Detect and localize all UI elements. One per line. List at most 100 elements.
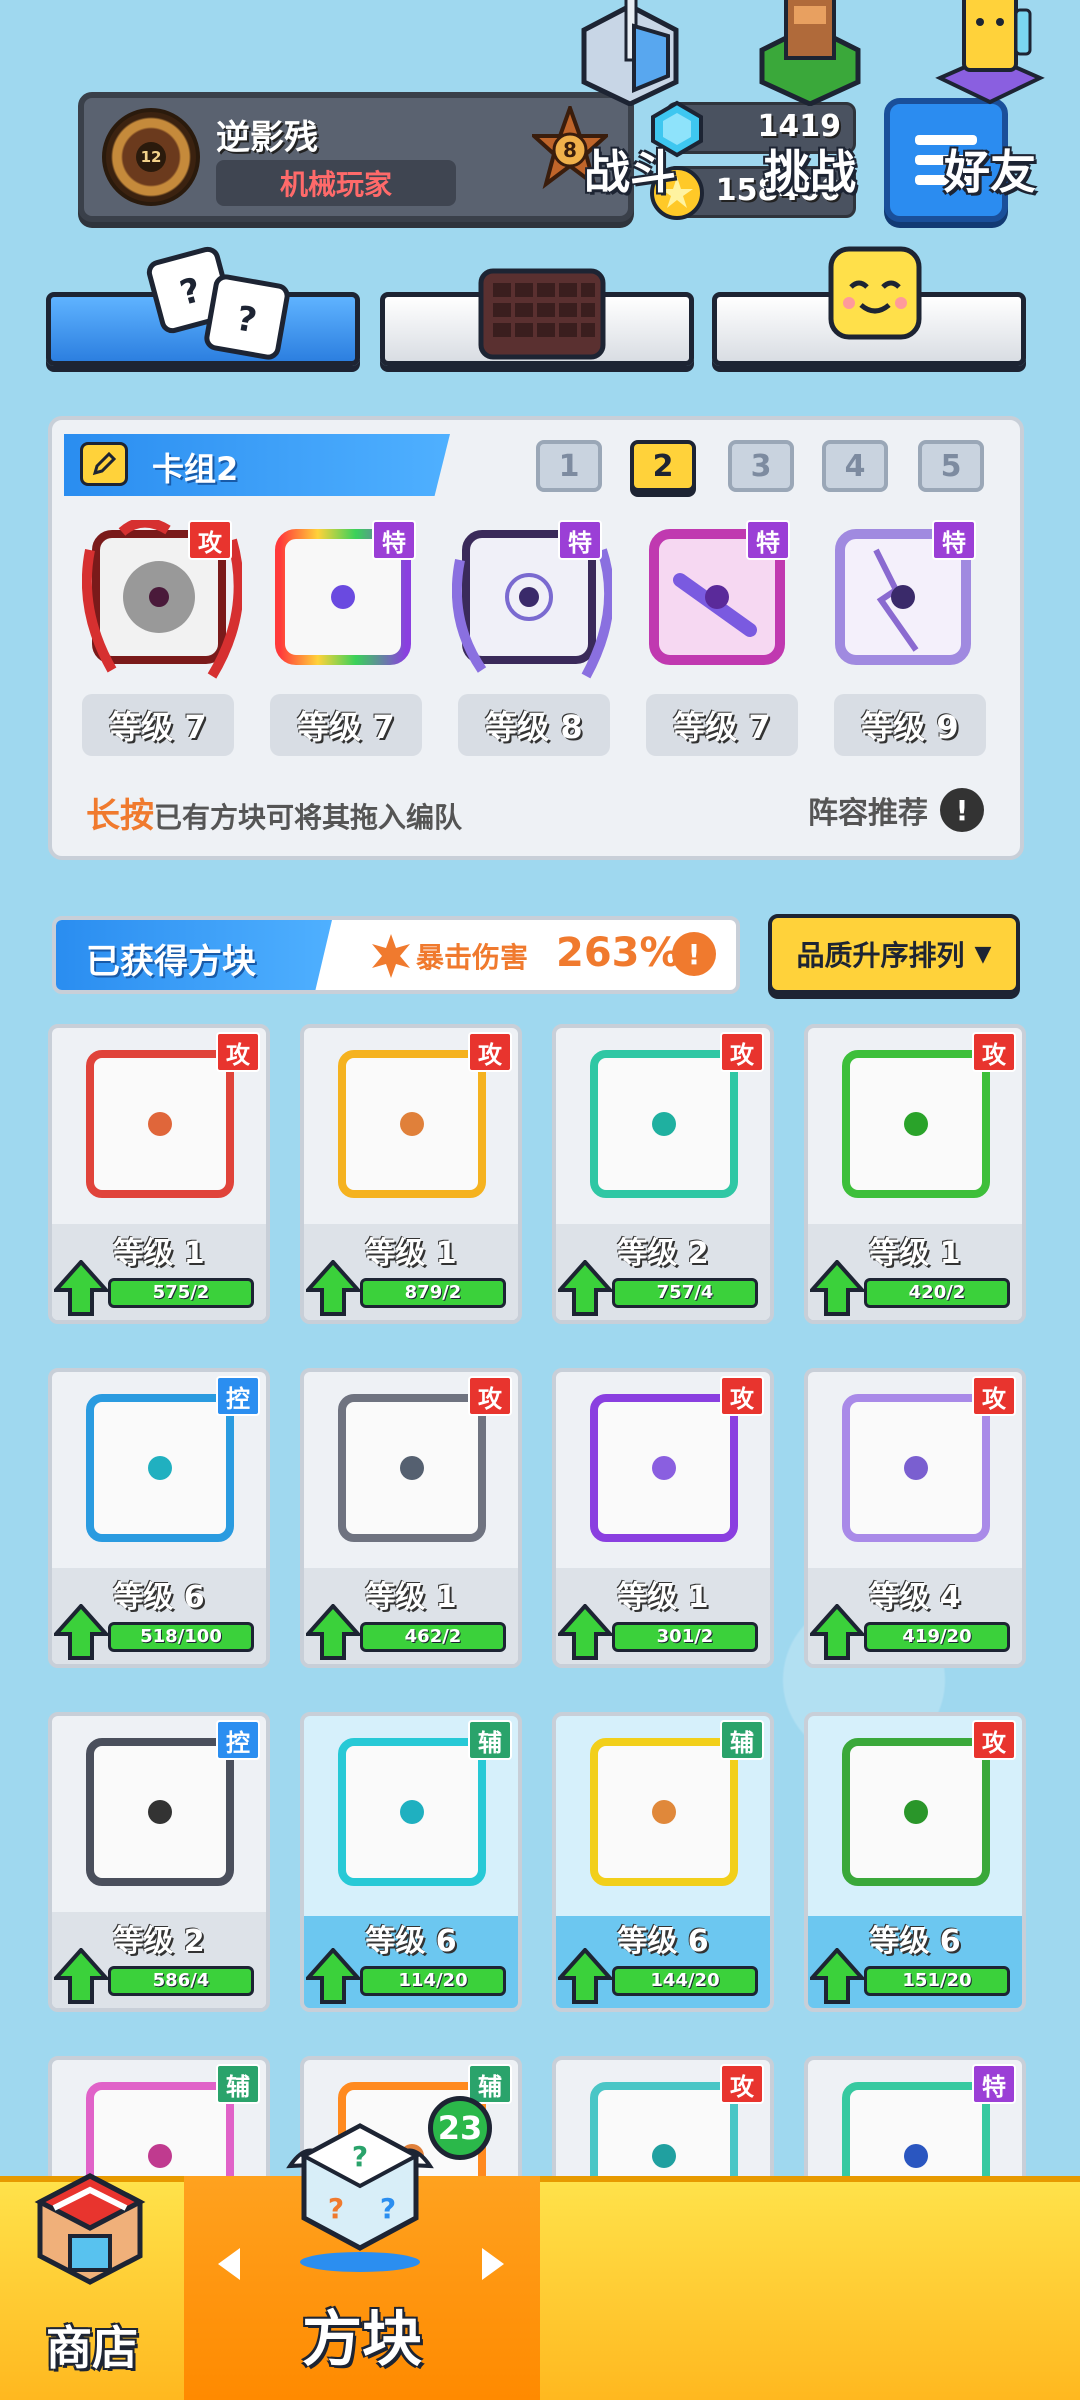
player-title: 机械玩家: [279, 168, 392, 201]
nav-blocks[interactable]: ? ? ? 方块: [184, 2123, 540, 2400]
upgrade-progress-bar: 586/4: [108, 1966, 254, 1996]
nav-friends[interactable]: 好友: [900, 0, 1080, 224]
deck-card-2[interactable]: 特: [266, 520, 416, 670]
nav-friends-label: 好友: [944, 145, 1036, 199]
upgrade-arrow-icon[interactable]: [558, 1604, 612, 1660]
deck-name: 卡组2: [152, 450, 239, 488]
type-badge: 攻: [972, 1720, 1016, 1760]
block-pip-icon: [400, 1456, 424, 1480]
block-card[interactable]: 攻等级 2 757/4: [552, 1024, 774, 1324]
upgrade-arrow-icon[interactable]: [306, 1948, 360, 2004]
block-card[interactable]: 攻等级 1 420/2: [804, 1024, 1026, 1324]
deck-tab-3[interactable]: 3: [728, 440, 794, 492]
drag-hint: 长按已有方块可将其拖入编队: [86, 788, 462, 837]
lineup-recommend-label: 阵容推荐: [808, 796, 928, 831]
lineup-recommend-button[interactable]: 阵容推荐 !: [808, 788, 984, 832]
upgrade-arrow-icon[interactable]: [306, 1260, 360, 1316]
block-card[interactable]: 控等级 2 586/4: [48, 1712, 270, 2012]
obtained-header: 已获得方块 暴击伤害 263% !: [52, 916, 740, 994]
deck-tab-2[interactable]: 2: [630, 440, 696, 492]
upgrade-progress-bar: 420/2: [864, 1278, 1010, 1308]
block-card[interactable]: 攻等级 1 462/2: [300, 1368, 522, 1668]
type-badge: 攻: [972, 1376, 1016, 1416]
block-pip-icon: [652, 1800, 676, 1824]
block-pip-icon: [904, 1456, 928, 1480]
edit-pencil-icon[interactable]: [80, 442, 128, 486]
block-icon: [590, 1738, 738, 1886]
info-icon: !: [940, 788, 984, 832]
nav-shop[interactable]: 商店: [0, 2173, 184, 2400]
block-icon: [338, 1050, 486, 1198]
upgrade-progress-bar: 518/100: [108, 1622, 254, 1652]
block-icon: [86, 1394, 234, 1542]
upgrade-progress-bar: 757/4: [612, 1278, 758, 1308]
type-badge: 攻: [972, 1032, 1016, 1072]
deck-tab-1[interactable]: 1: [536, 440, 602, 492]
deck-card-5[interactable]: 特: [826, 520, 976, 670]
nav-battle[interactable]: 战斗: [540, 0, 720, 224]
crit-info-icon[interactable]: !: [672, 932, 716, 976]
upgrade-arrow-icon[interactable]: [558, 1260, 612, 1316]
tab-board[interactable]: [380, 268, 694, 366]
upgrade-progress-bar: 114/20: [360, 1966, 506, 1996]
block-card[interactable]: 控等级 6 518/100: [48, 1368, 270, 1668]
upgrade-arrow-icon[interactable]: [810, 1260, 864, 1316]
upgrade-arrow-icon[interactable]: [558, 1948, 612, 2004]
upgrade-progress-bar: 462/2: [360, 1622, 506, 1652]
sort-dropdown-button[interactable]: 品质升序排列 ▼: [768, 914, 1020, 994]
tab-dice[interactable]: ? ?: [46, 246, 360, 366]
crit-burst-icon: [372, 934, 410, 978]
type-badge: 攻: [468, 1032, 512, 1072]
upgrade-arrow-icon[interactable]: [54, 1260, 108, 1316]
upgrade-progress-bar: 575/2: [108, 1278, 254, 1308]
block-icon: [86, 1050, 234, 1198]
challenge-icon: [759, 0, 861, 106]
type-badge: 辅: [468, 2064, 512, 2104]
block-card[interactable]: 辅等级 6 144/20: [552, 1712, 774, 2012]
type-badge: 攻: [188, 520, 232, 560]
obtained-title: 已获得方块: [86, 942, 256, 982]
player-avatar[interactable]: 12: [102, 108, 200, 206]
block-card[interactable]: 辅等级 6 114/20: [300, 1712, 522, 2012]
svg-text:?: ?: [328, 2192, 344, 2225]
svg-text:?: ?: [352, 2140, 368, 2173]
type-badge: 辅: [468, 1720, 512, 1760]
block-card[interactable]: 攻等级 6 151/20: [804, 1712, 1026, 2012]
upgrade-progress-bar: 879/2: [360, 1278, 506, 1308]
nav-next-arrow-icon[interactable]: [482, 2248, 504, 2280]
deck-card-level: 等级 7: [82, 694, 234, 756]
deck-card-4[interactable]: 特: [640, 520, 790, 670]
block-pip-icon: [904, 1800, 928, 1824]
deck-tab-4[interactable]: 4: [822, 440, 888, 492]
deck-card-3[interactable]: 特: [451, 520, 615, 679]
type-badge: 辅: [720, 1720, 764, 1760]
tab-emoji[interactable]: [712, 246, 1026, 366]
upgrade-arrow-icon[interactable]: [306, 1604, 360, 1660]
deck-panel: 卡组2 1 2 3 4 5 攻 特 特 特 特 等级 7 等级 7 等级 8 等…: [48, 416, 1024, 860]
type-badge: 攻: [720, 1032, 764, 1072]
battle-icon: [581, 0, 679, 106]
player-title-box: 机械玩家: [216, 160, 456, 206]
upgrade-arrow-icon[interactable]: [810, 1604, 864, 1660]
upgrade-arrow-icon[interactable]: [54, 1604, 108, 1660]
type-badge: 攻: [468, 1376, 512, 1416]
type-badge: 控: [216, 1720, 260, 1760]
block-card[interactable]: 攻等级 1 301/2: [552, 1368, 774, 1668]
deck-label-banner[interactable]: 卡组2: [64, 434, 450, 496]
deck-tab-5[interactable]: 5: [918, 440, 984, 492]
block-icon: [842, 1738, 990, 1886]
upgrade-arrow-icon[interactable]: [54, 1948, 108, 2004]
nav-prev-arrow-icon[interactable]: [218, 2248, 240, 2280]
block-card[interactable]: 攻等级 1 879/2: [300, 1024, 522, 1324]
block-icon: [86, 1738, 234, 1886]
block-pip-icon: [400, 1800, 424, 1824]
friends-icon: [935, 0, 1045, 105]
block-card[interactable]: 攻等级 4 419/20: [804, 1368, 1026, 1668]
block-pip-icon: [148, 1112, 172, 1136]
nav-challenge[interactable]: 挑战: [720, 0, 900, 224]
block-card[interactable]: 攻等级 1 575/2: [48, 1024, 270, 1324]
deck-card-level: 等级 8: [458, 694, 610, 756]
sort-label: 品质升序排列: [796, 939, 965, 972]
upgrade-arrow-icon[interactable]: [810, 1948, 864, 2004]
deck-card-1[interactable]: 攻: [81, 517, 244, 679]
